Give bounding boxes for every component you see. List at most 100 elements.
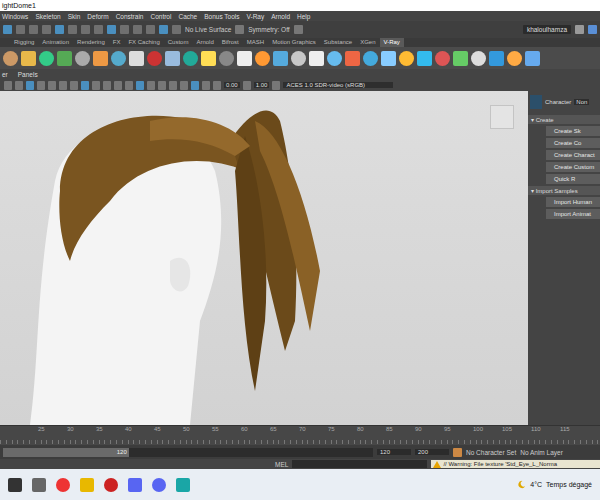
panel-button[interactable]: Import Animat xyxy=(546,209,600,219)
view-icon[interactable] xyxy=(48,81,56,90)
user-field[interactable]: khaloulhamza xyxy=(523,25,571,34)
tool-icon[interactable] xyxy=(94,25,103,34)
shelf-tool-icon[interactable] xyxy=(507,51,522,66)
shelf-tool-icon[interactable] xyxy=(21,51,36,66)
taskbar-app-icon[interactable] xyxy=(56,478,70,492)
taskbar-app-icon[interactable] xyxy=(176,478,190,492)
view-icon[interactable] xyxy=(59,81,67,90)
language-label[interactable]: MEL xyxy=(275,461,288,468)
panel-menu-item[interactable]: Panels xyxy=(18,71,38,78)
panel-button[interactable]: Quick R xyxy=(546,174,600,184)
view-icon[interactable] xyxy=(125,81,133,90)
shelf-tab[interactable]: Animation xyxy=(38,38,73,47)
taskbar-app-icon[interactable] xyxy=(32,478,46,492)
end-field[interactable]: 120 xyxy=(377,449,411,455)
view-icon[interactable] xyxy=(37,81,45,90)
view-icon[interactable] xyxy=(191,81,199,90)
shelf-tool-icon[interactable] xyxy=(93,51,108,66)
shelf-tool-icon[interactable] xyxy=(273,51,288,66)
shelf-tool-icon[interactable] xyxy=(147,51,162,66)
shelf-tool-icon[interactable] xyxy=(399,51,414,66)
panel-button[interactable]: Create Charact xyxy=(546,150,600,160)
panel-button[interactable]: Create Sk xyxy=(546,126,600,136)
magnet-icon[interactable] xyxy=(235,25,244,34)
shelf-tool-icon[interactable] xyxy=(291,51,306,66)
shelf-tool-icon[interactable] xyxy=(453,51,468,66)
colorspace-dropdown[interactable]: ACES 1.0 SDR-video (sRGB) xyxy=(283,82,393,88)
menu-item[interactable]: Help xyxy=(297,13,310,20)
view-icon[interactable] xyxy=(136,81,144,90)
section-header[interactable]: ▾ Import Samples xyxy=(528,186,600,195)
shelf-tool-icon[interactable] xyxy=(255,51,270,66)
panel-button[interactable]: Create Co xyxy=(546,138,600,148)
shelf-tool-icon[interactable] xyxy=(183,51,198,66)
view-icon[interactable] xyxy=(103,81,111,90)
view-icon[interactable] xyxy=(92,81,100,90)
shelf-tab[interactable]: FX Caching xyxy=(124,38,163,47)
shelf-tool-icon[interactable] xyxy=(381,51,396,66)
taskbar-app-icon[interactable] xyxy=(80,478,94,492)
shelf-tab[interactable]: Motion Graphics xyxy=(268,38,320,47)
panel-button[interactable]: Create Custom xyxy=(546,162,600,172)
section-header[interactable]: ▾ Create xyxy=(528,115,600,124)
shelf-tool-icon[interactable] xyxy=(435,51,450,66)
tool-icon[interactable] xyxy=(159,25,168,34)
shelf-tool-icon[interactable] xyxy=(57,51,72,66)
view-icon[interactable] xyxy=(70,81,78,90)
tool-icon[interactable] xyxy=(107,25,116,34)
view-icon[interactable] xyxy=(169,81,177,90)
shelf-tool-icon[interactable] xyxy=(3,51,18,66)
view-icon[interactable] xyxy=(202,81,210,90)
view-icon[interactable] xyxy=(180,81,188,90)
character-set[interactable]: No Character Set xyxy=(466,449,516,456)
colorspace-icon[interactable] xyxy=(272,81,280,90)
menu-item[interactable]: Skin xyxy=(68,13,81,20)
key-icon[interactable] xyxy=(453,448,462,457)
command-input[interactable] xyxy=(292,460,427,468)
shelf-tool-icon[interactable] xyxy=(309,51,324,66)
menu-item[interactable]: Constrain xyxy=(116,13,144,20)
view-icon[interactable] xyxy=(213,81,221,90)
shelf-tool-icon[interactable] xyxy=(417,51,432,66)
tool-icon[interactable] xyxy=(133,25,142,34)
weather[interactable]: 4°CTemps dégagé xyxy=(517,480,592,489)
view-icon[interactable] xyxy=(114,81,122,90)
tool-icon[interactable] xyxy=(81,25,90,34)
view-icon[interactable] xyxy=(4,81,12,90)
tool-icon[interactable] xyxy=(3,25,12,34)
exposure-field[interactable]: 0.00 xyxy=(224,82,240,88)
shelf-tool-icon[interactable] xyxy=(75,51,90,66)
tool-icon[interactable] xyxy=(146,25,155,34)
gamma-field[interactable]: 1.00 xyxy=(254,82,270,88)
tool-icon[interactable] xyxy=(68,25,77,34)
taskbar-app-icon[interactable] xyxy=(8,478,22,492)
shelf-tab[interactable]: Arnold xyxy=(192,38,217,47)
panel-button[interactable]: Import Human xyxy=(546,197,600,207)
gamma-icon[interactable] xyxy=(243,81,251,90)
shelf-tool-icon[interactable] xyxy=(471,51,486,66)
taskbar-app-icon[interactable] xyxy=(104,478,118,492)
shelf-tool-icon[interactable] xyxy=(111,51,126,66)
shelf-tab[interactable]: FX xyxy=(109,38,125,47)
live-surface[interactable]: No Live Surface xyxy=(185,26,231,33)
render-icon[interactable] xyxy=(294,25,303,34)
character-dropdown[interactable]: Non xyxy=(574,99,589,105)
shelf-tool-icon[interactable] xyxy=(327,51,342,66)
menu-item[interactable]: Bonus Tools xyxy=(204,13,239,20)
tool-icon[interactable] xyxy=(120,25,129,34)
shelf-tool-icon[interactable] xyxy=(345,51,360,66)
menu-item[interactable]: Windows xyxy=(2,13,28,20)
shelf-tab[interactable]: Bifrost xyxy=(218,38,243,47)
menu-item[interactable]: Arnold xyxy=(271,13,290,20)
symmetry[interactable]: Symmetry: Off xyxy=(248,26,289,33)
shelf-tab[interactable]: Rendering xyxy=(73,38,109,47)
range-fill[interactable]: 120 xyxy=(3,448,129,457)
menu-item[interactable]: Control xyxy=(150,13,171,20)
shelf-tab[interactable]: Substance xyxy=(320,38,356,47)
shelf-tool-icon[interactable] xyxy=(165,51,180,66)
panel-menu-item[interactable]: er xyxy=(2,71,8,78)
menu-item[interactable]: V-Ray xyxy=(247,13,265,20)
shelf-tool-icon[interactable] xyxy=(363,51,378,66)
view-icon[interactable] xyxy=(158,81,166,90)
menu-item[interactable]: Skeleton xyxy=(35,13,60,20)
